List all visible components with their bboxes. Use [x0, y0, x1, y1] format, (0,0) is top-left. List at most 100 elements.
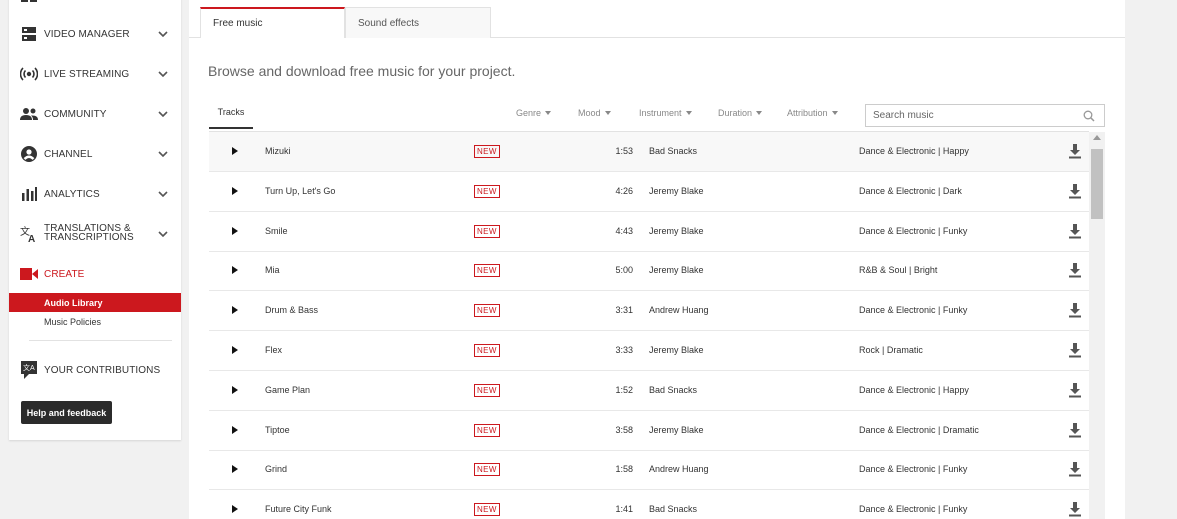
track-genre-mood: Dance & Electronic | Dark — [859, 185, 962, 196]
chevron-down-icon — [158, 71, 168, 78]
caret-down-icon — [545, 111, 552, 115]
track-genre-mood: R&B & Soul | Bright — [859, 265, 938, 276]
new-badge: NEW — [474, 264, 500, 278]
play-icon[interactable] — [232, 465, 238, 474]
chevron-down-icon — [158, 31, 168, 38]
play-icon[interactable] — [232, 147, 238, 155]
play-icon[interactable] — [232, 425, 238, 434]
chevron-down-icon — [158, 151, 168, 158]
filter-instrument[interactable]: Instrument — [639, 108, 692, 118]
play-icon[interactable] — [232, 266, 238, 275]
new-badge: NEW — [474, 145, 500, 158]
track-duration: 3:58 — [615, 424, 633, 435]
play-icon[interactable] — [232, 186, 238, 195]
sidebar-item-translations[interactable]: 文A TRANSLATIONS & TRANSCRIPTIONS — [9, 214, 181, 254]
track-title: Mia — [265, 265, 280, 276]
download-icon[interactable] — [1068, 183, 1082, 199]
download-icon[interactable] — [1068, 501, 1082, 517]
sidebar-item-label: VIDEO MANAGER — [44, 28, 130, 40]
sidebar-item-label: CREATE — [44, 268, 85, 280]
track-artist: Jeremy Blake — [649, 185, 704, 196]
sidebar-item-label: ANALYTICS — [44, 188, 100, 200]
filter-attribution[interactable]: Attribution — [787, 108, 838, 118]
download-icon[interactable] — [1068, 382, 1082, 398]
track-duration: 4:26 — [615, 185, 633, 196]
track-genre-mood: Dance & Electronic | Happy — [859, 384, 969, 395]
track-title: Game Plan — [265, 384, 311, 395]
track-title: Flex — [265, 345, 283, 355]
table-row[interactable]: Drum & Bass NEW 3:31 Andrew Huang Dance & El… — [209, 291, 1089, 332]
scroll-up-arrow[interactable] — [1093, 135, 1101, 140]
track-title: Grind — [265, 464, 288, 475]
sidebar-item-label: COMMUNITY — [44, 108, 107, 120]
table-row[interactable]: Future City Funk NEW 1:41 Bad Snacks Dance &… — [209, 490, 1089, 519]
track-title: Drum & Bass — [265, 305, 319, 316]
filter-duration[interactable]: Duration — [718, 108, 763, 118]
track-duration: 1:53 — [615, 146, 633, 156]
sidebar-item-live-streaming[interactable]: LIVE STREAMING — [9, 54, 181, 94]
sidebar-subitem-music-policies[interactable]: Music Policies — [9, 312, 181, 331]
tab-sound-effects[interactable]: Sound effects — [345, 7, 491, 38]
play-icon[interactable] — [232, 306, 238, 315]
track-genre-mood: Dance & Electronic | Funky — [859, 225, 968, 236]
filter-mood[interactable]: Mood — [578, 108, 611, 118]
track-artist: Jeremy Blake — [649, 424, 704, 435]
table-row[interactable]: Game Plan NEW 1:52 Bad Snacks Dance & Electr… — [209, 371, 1089, 411]
tab-tracks[interactable]: Tracks — [209, 107, 253, 129]
sidebar-item-community[interactable]: COMMUNITY — [9, 94, 181, 134]
play-icon[interactable] — [232, 385, 238, 394]
new-badge: NEW — [474, 463, 500, 477]
download-icon[interactable] — [1068, 302, 1082, 318]
track-artist: Jeremy Blake — [649, 345, 704, 355]
search-input[interactable] — [873, 110, 1073, 121]
tab-free-music[interactable]: Free music — [200, 7, 345, 38]
download-icon[interactable] — [1068, 262, 1082, 278]
sidebar-item-label: CHANNEL — [44, 148, 93, 160]
filter-label: Genre — [516, 108, 542, 118]
sidebar-item-video-manager[interactable]: VIDEO MANAGER — [9, 14, 181, 54]
track-genre-mood: Dance & Electronic | Funky — [859, 305, 968, 316]
download-icon[interactable] — [1068, 461, 1082, 477]
track-artist: Bad Snacks — [649, 504, 698, 515]
download-icon[interactable] — [1068, 223, 1082, 239]
table-row[interactable]: Flex NEW 3:33 Jeremy Blake Rock | Dramatic — [209, 331, 1089, 371]
filter-genre[interactable]: Genre — [516, 108, 552, 118]
main-panel: Free music Sound effects Browse and down… — [189, 0, 1125, 519]
table-row[interactable]: Grind NEW 1:58 Andrew Huang Dance & Electron… — [209, 450, 1089, 491]
table-row[interactable]: Smile NEW 4:43 Jeremy Blake Dance & Electron… — [209, 212, 1089, 252]
download-icon[interactable] — [1068, 143, 1082, 159]
play-icon[interactable] — [232, 226, 238, 235]
table-row[interactable]: Mizuki NEW 1:53 Bad Snacks Dance & Electroni… — [209, 132, 1089, 172]
video-manager-icon — [20, 25, 38, 43]
new-badge: NEW — [474, 503, 500, 517]
track-artist: Jeremy Blake — [649, 225, 704, 236]
search-box — [865, 104, 1105, 127]
sidebar-item-channel[interactable]: CHANNEL — [9, 134, 181, 174]
help-feedback-button[interactable]: Help and feedback — [21, 401, 112, 424]
live-streaming-icon — [20, 65, 38, 83]
sidebar-item-analytics[interactable]: ANALYTICS — [9, 174, 181, 214]
sidebar-item-create[interactable]: CREATE — [9, 254, 181, 294]
search-icon[interactable] — [1083, 110, 1095, 122]
play-icon[interactable] — [232, 505, 238, 514]
filter-label: Instrument — [639, 108, 682, 118]
sidebar-item-label-line2: TRANSCRIPTIONS — [44, 232, 134, 243]
table-row[interactable]: Turn Up, Let's Go NEW 4:26 Jeremy Blake Danc… — [209, 172, 1089, 212]
sidebar-subitem-audio-library[interactable]: Audio Library — [9, 293, 181, 312]
divider — [29, 340, 172, 341]
track-genre-mood: Dance & Electronic | Funky — [859, 464, 968, 475]
sidebar-item-label: LIVE STREAMING — [44, 68, 130, 80]
play-icon[interactable] — [232, 346, 238, 354]
download-icon[interactable] — [1068, 422, 1082, 438]
dashboard-icon[interactable] — [21, 0, 37, 2]
filter-label: Duration — [718, 108, 753, 118]
track-artist: Bad Snacks — [649, 384, 698, 395]
table-row[interactable]: Tiptoe NEW 3:58 Jeremy Blake Dance & Electro… — [209, 411, 1089, 451]
sidebar-item-your-contributions[interactable]: 文A YOUR CONTRIBUTIONS — [9, 350, 181, 390]
table-row[interactable]: Mia NEW 5:00 Jeremy Blake R&B & Soul | Brigh… — [209, 251, 1089, 292]
new-badge: NEW — [474, 304, 500, 318]
chevron-down-icon — [158, 111, 168, 118]
scrollbar-thumb[interactable] — [1091, 149, 1103, 219]
caret-down-icon — [756, 111, 763, 115]
download-icon[interactable] — [1068, 342, 1082, 358]
